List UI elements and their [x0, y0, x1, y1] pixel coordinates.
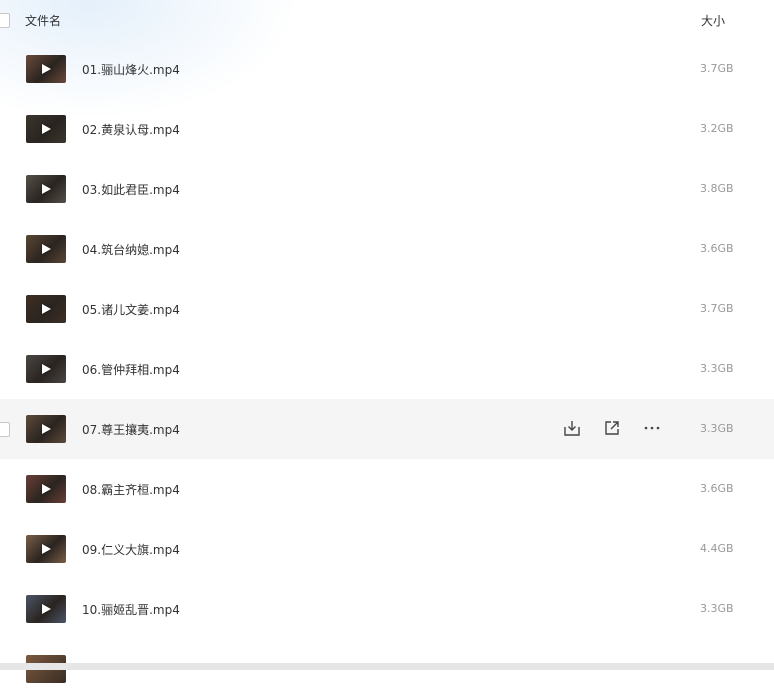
file-row[interactable]: 10.骊姬乱晋.mp4 3.3GB: [0, 579, 774, 639]
file-name[interactable]: 04.筑台纳媳.mp4: [82, 241, 180, 258]
play-icon: [42, 244, 51, 254]
more-options-icon[interactable]: [642, 418, 662, 438]
file-name[interactable]: 06.管仲拜相.mp4: [82, 361, 180, 378]
file-row[interactable]: 09.仁义大旗.mp4 4.4GB: [0, 519, 774, 579]
file-size: 4.4GB: [700, 542, 734, 555]
file-size: 3.3GB: [700, 602, 734, 615]
file-size: 3.8GB: [700, 182, 734, 195]
file-name[interactable]: 10.骊姬乱晋.mp4: [82, 601, 180, 618]
file-name[interactable]: 09.仁义大旗.mp4: [82, 541, 180, 558]
file-size: 3.7GB: [700, 62, 734, 75]
row-checkbox[interactable]: [0, 422, 10, 437]
file-size: 3.7GB: [700, 302, 734, 315]
play-icon: [42, 304, 51, 314]
file-row[interactable]: 02.黄泉认母.mp4 3.2GB: [0, 99, 774, 159]
play-icon: [42, 604, 51, 614]
file-size: 3.2GB: [700, 122, 734, 135]
video-thumbnail[interactable]: [26, 55, 66, 83]
horizontal-scrollbar[interactable]: [0, 663, 774, 670]
play-icon: [42, 184, 51, 194]
video-thumbnail[interactable]: [26, 595, 66, 623]
file-size: 3.3GB: [700, 422, 734, 435]
video-thumbnail[interactable]: [26, 355, 66, 383]
file-name[interactable]: 03.如此君臣.mp4: [82, 181, 180, 198]
video-thumbnail[interactable]: [26, 295, 66, 323]
play-icon: [42, 64, 51, 74]
video-thumbnail[interactable]: [26, 175, 66, 203]
file-row[interactable]: 01.骊山烽火.mp4 3.7GB: [0, 39, 774, 99]
file-size: 3.6GB: [700, 242, 734, 255]
file-size: 3.6GB: [700, 482, 734, 495]
file-name[interactable]: 01.骊山烽火.mp4: [82, 61, 180, 78]
file-name[interactable]: 02.黄泉认母.mp4: [82, 121, 180, 138]
file-size: 3.3GB: [700, 362, 734, 375]
video-thumbnail[interactable]: [26, 475, 66, 503]
file-row[interactable]: 05.诸儿文姜.mp4 3.7GB: [0, 279, 774, 339]
file-name[interactable]: 07.尊王攘夷.mp4: [82, 421, 180, 438]
play-icon: [42, 364, 51, 374]
download-icon[interactable]: [562, 418, 582, 438]
file-name[interactable]: 05.诸儿文姜.mp4: [82, 301, 180, 318]
select-all-checkbox[interactable]: [0, 13, 10, 28]
video-thumbnail[interactable]: [26, 415, 66, 443]
share-icon[interactable]: [602, 418, 622, 438]
play-icon: [42, 424, 51, 434]
column-header-name[interactable]: 文件名: [25, 12, 61, 29]
file-list: 01.骊山烽火.mp4 3.7GB 02.黄泉认母.mp4 3.2GB 03.如此君臣.…: [0, 39, 774, 699]
file-row[interactable]: 06.管仲拜相.mp4 3.3GB: [0, 339, 774, 399]
play-icon: [42, 544, 51, 554]
video-thumbnail[interactable]: [26, 115, 66, 143]
video-thumbnail[interactable]: [26, 235, 66, 263]
file-row[interactable]: 08.霸主齐桓.mp4 3.6GB: [0, 459, 774, 519]
file-row[interactable]: 07.尊王攘夷.mp4 3.3GB: [0, 399, 774, 459]
column-header-size[interactable]: 大小: [701, 12, 725, 29]
file-row[interactable]: 04.筑台纳媳.mp4 3.6GB: [0, 219, 774, 279]
play-icon: [42, 484, 51, 494]
file-list-header: 文件名 大小: [0, 0, 774, 40]
video-thumbnail[interactable]: [26, 535, 66, 563]
file-name[interactable]: 08.霸主齐桓.mp4: [82, 481, 180, 498]
play-icon: [42, 124, 51, 134]
file-row[interactable]: 03.如此君臣.mp4 3.8GB: [0, 159, 774, 219]
